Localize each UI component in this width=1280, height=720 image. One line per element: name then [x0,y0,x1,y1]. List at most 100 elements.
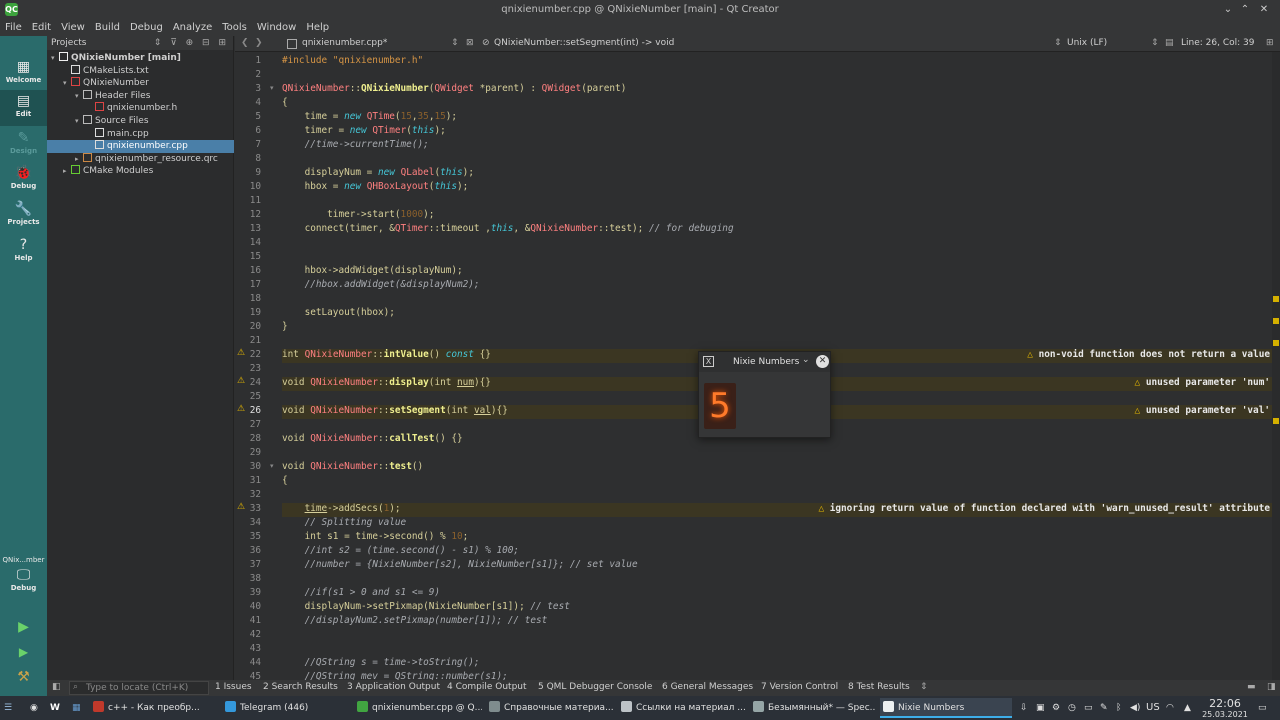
file-dropdown-icon[interactable]: ⇕ [451,38,459,48]
code-line[interactable]: QNixieNumber::QNixieNumber(QWidget *pare… [282,83,1272,97]
warning-icon[interactable]: ⚠ [237,376,245,386]
code-line[interactable] [282,573,1272,587]
code-line[interactable]: displayNum->setPixmap(NixieNumber[s1]); … [282,601,1272,615]
code-line[interactable] [282,69,1272,83]
tray-expand-icon[interactable]: ▲ [1184,698,1191,718]
taskbar-task[interactable]: Telegram (446) [222,698,350,718]
code-line[interactable]: //QString s = time->toString(); [282,657,1272,671]
pinned-app-icon[interactable]: W [50,698,64,718]
maximize-icon[interactable]: ⌃ [1237,2,1253,18]
mode-welcome[interactable]: ▦ Welcome [0,56,47,92]
expand-arrow-icon[interactable]: ▸ [63,165,71,178]
code-line[interactable] [282,643,1272,657]
code-line[interactable]: //number = {NixieNumber[s2], NixieNumber… [282,559,1272,573]
menu-build[interactable]: Build [90,20,125,36]
disk-icon[interactable]: ▭ [1084,698,1093,718]
tab-search-results[interactable]: 2 Search Results [263,682,338,692]
debug-run-button[interactable]: ▶ [0,641,47,661]
tab-test-results[interactable]: 8 Test Results [848,682,910,692]
taskbar-task[interactable]: c++ - Как преобр... [90,698,218,718]
back-icon[interactable]: ❮ [241,38,249,48]
tree-item[interactable]: ▾ QNixieNumber [main] [47,52,234,65]
taskbar-task[interactable]: Справочные материа... [486,698,614,718]
discord-icon[interactable]: ◉ [30,698,42,718]
code-line[interactable]: //time->currentTime(); [282,139,1272,153]
expand-arrow-icon[interactable]: ▾ [51,52,59,65]
files-icon[interactable]: ▦ [72,698,84,718]
menu-window[interactable]: Window [252,20,301,36]
outline-icon[interactable]: ▤ [1165,38,1174,48]
mode-projects[interactable]: 🔧 Projects [0,198,47,234]
code-line[interactable]: hbox->addWidget(displayNum); [282,265,1272,279]
tabs-dropdown-icon[interactable]: ⇕ [920,682,928,692]
tab-issues[interactable]: 1 Issues [215,682,252,692]
code-line[interactable]: // Splitting value [282,517,1272,531]
symbol-selector[interactable]: QNixieNumber::setSegment(int) -> void [494,38,674,48]
expand-arrow-icon[interactable]: ▾ [63,77,71,90]
tree-item[interactable]: qnixienumber.h [47,102,234,115]
code-line[interactable] [282,489,1272,503]
code-line[interactable]: connect(timer, &QTimer::timeout ,this, &… [282,223,1272,237]
minimize-icon[interactable]: ⌄ [1220,2,1236,18]
show-desktop-icon[interactable]: ▭ [1258,698,1267,718]
run-button[interactable]: ▶ [0,616,47,636]
tree-item[interactable]: ▾ Source Files [47,115,234,128]
tree-item[interactable]: ▸ CMake Modules [47,165,234,178]
forward-icon[interactable]: ❯ [255,38,263,48]
fold-margin[interactable]: ▾ ▾ [269,52,280,680]
taskbar-task[interactable]: Ссылки на материал ... [618,698,746,718]
fold-arrow-icon[interactable]: ▾ [270,462,274,470]
code-line[interactable] [282,447,1272,461]
tree-item[interactable]: ▸ qnixienumber_resource.qrc [47,152,234,166]
maximize-pane-icon[interactable]: ▬ [1247,682,1256,692]
code-line[interactable]: //displayNum2.setPixmap(number[1]); // t… [282,615,1272,629]
mode-help[interactable]: ? Help [0,234,47,270]
taskbar-task[interactable]: Безымянный* — Spec... [750,698,876,718]
tree-item[interactable]: ▾ QNixieNumber [47,77,234,90]
code-line[interactable] [282,251,1272,265]
build-button[interactable]: ⚒ [0,666,47,686]
symbol-dropdown-icon[interactable]: ⇕ [1054,38,1062,48]
keyboard-layout[interactable]: US [1146,698,1160,718]
output-toggle-icon[interactable]: ◨ [1267,682,1276,692]
code-line[interactable] [282,293,1272,307]
warning-icon[interactable]: ⚠ [237,404,245,414]
menu-view[interactable]: View [56,20,90,36]
wifi-icon[interactable]: ◠ [1166,698,1174,718]
code-line[interactable]: { [282,97,1272,111]
close-icon[interactable]: ✕ [816,355,829,368]
tab-application-output[interactable]: 3 Application Output [347,682,440,692]
menu-edit[interactable]: Edit [27,20,56,36]
menu-debug[interactable]: Debug [125,20,168,36]
code-line[interactable]: displayNum = new QLabel(this); [282,167,1272,181]
menu-analyze[interactable]: Analyze [168,20,217,36]
chevron-down-icon[interactable]: ⌄ [802,355,810,365]
fold-arrow-icon[interactable]: ▾ [270,84,274,92]
code-line[interactable]: #include "qnixienumber.h" [282,55,1272,69]
code-line[interactable]: //int s2 = (time.second() - s1) % 100; [282,545,1272,559]
tree-item[interactable]: CMakeLists.txt [47,64,234,78]
editor-scrollbar[interactable] [1272,52,1280,680]
code-line[interactable]: setLayout(hbox); [282,307,1272,321]
cursor-position[interactable]: Line: 26, Col: 39 [1181,38,1254,48]
settings-icon[interactable]: ⚙ [1052,698,1060,718]
code-line[interactable]: //if(s1 > 0 and s1 <= 9) [282,587,1272,601]
bluetooth-icon[interactable]: ᛒ [1116,698,1121,718]
taskbar-task[interactable]: qnixienumber.cpp @ Q... [354,698,482,718]
tab-version-control[interactable]: 7 Version Control [761,682,838,692]
expand-arrow-icon[interactable]: ▾ [75,115,83,128]
tree-item[interactable]: main.cpp [47,127,234,141]
code-line[interactable]: timer = new QTimer(this); [282,125,1272,139]
tree-item[interactable]: ▾ Header Files [47,89,234,103]
code-line[interactable]: } [282,321,1272,335]
menu-tools[interactable]: Tools [217,20,252,36]
open-file-selector[interactable]: qnixienumber.cpp* [302,38,387,48]
locator-input[interactable]: Type to locate (Ctrl+K) [69,681,209,695]
sidebar-toggle-icon[interactable]: ◧ [52,682,61,692]
clock[interactable]: 22:06 25.03.2021 [1199,697,1251,719]
mode-edit[interactable]: ▤ Edit [0,90,47,126]
code-line[interactable]: hbox = new QHBoxLayout(this); [282,181,1272,195]
code-line[interactable] [282,335,1272,349]
expand-arrow-icon[interactable]: ▾ [75,90,83,103]
close-icon[interactable]: ✕ [1256,2,1272,18]
